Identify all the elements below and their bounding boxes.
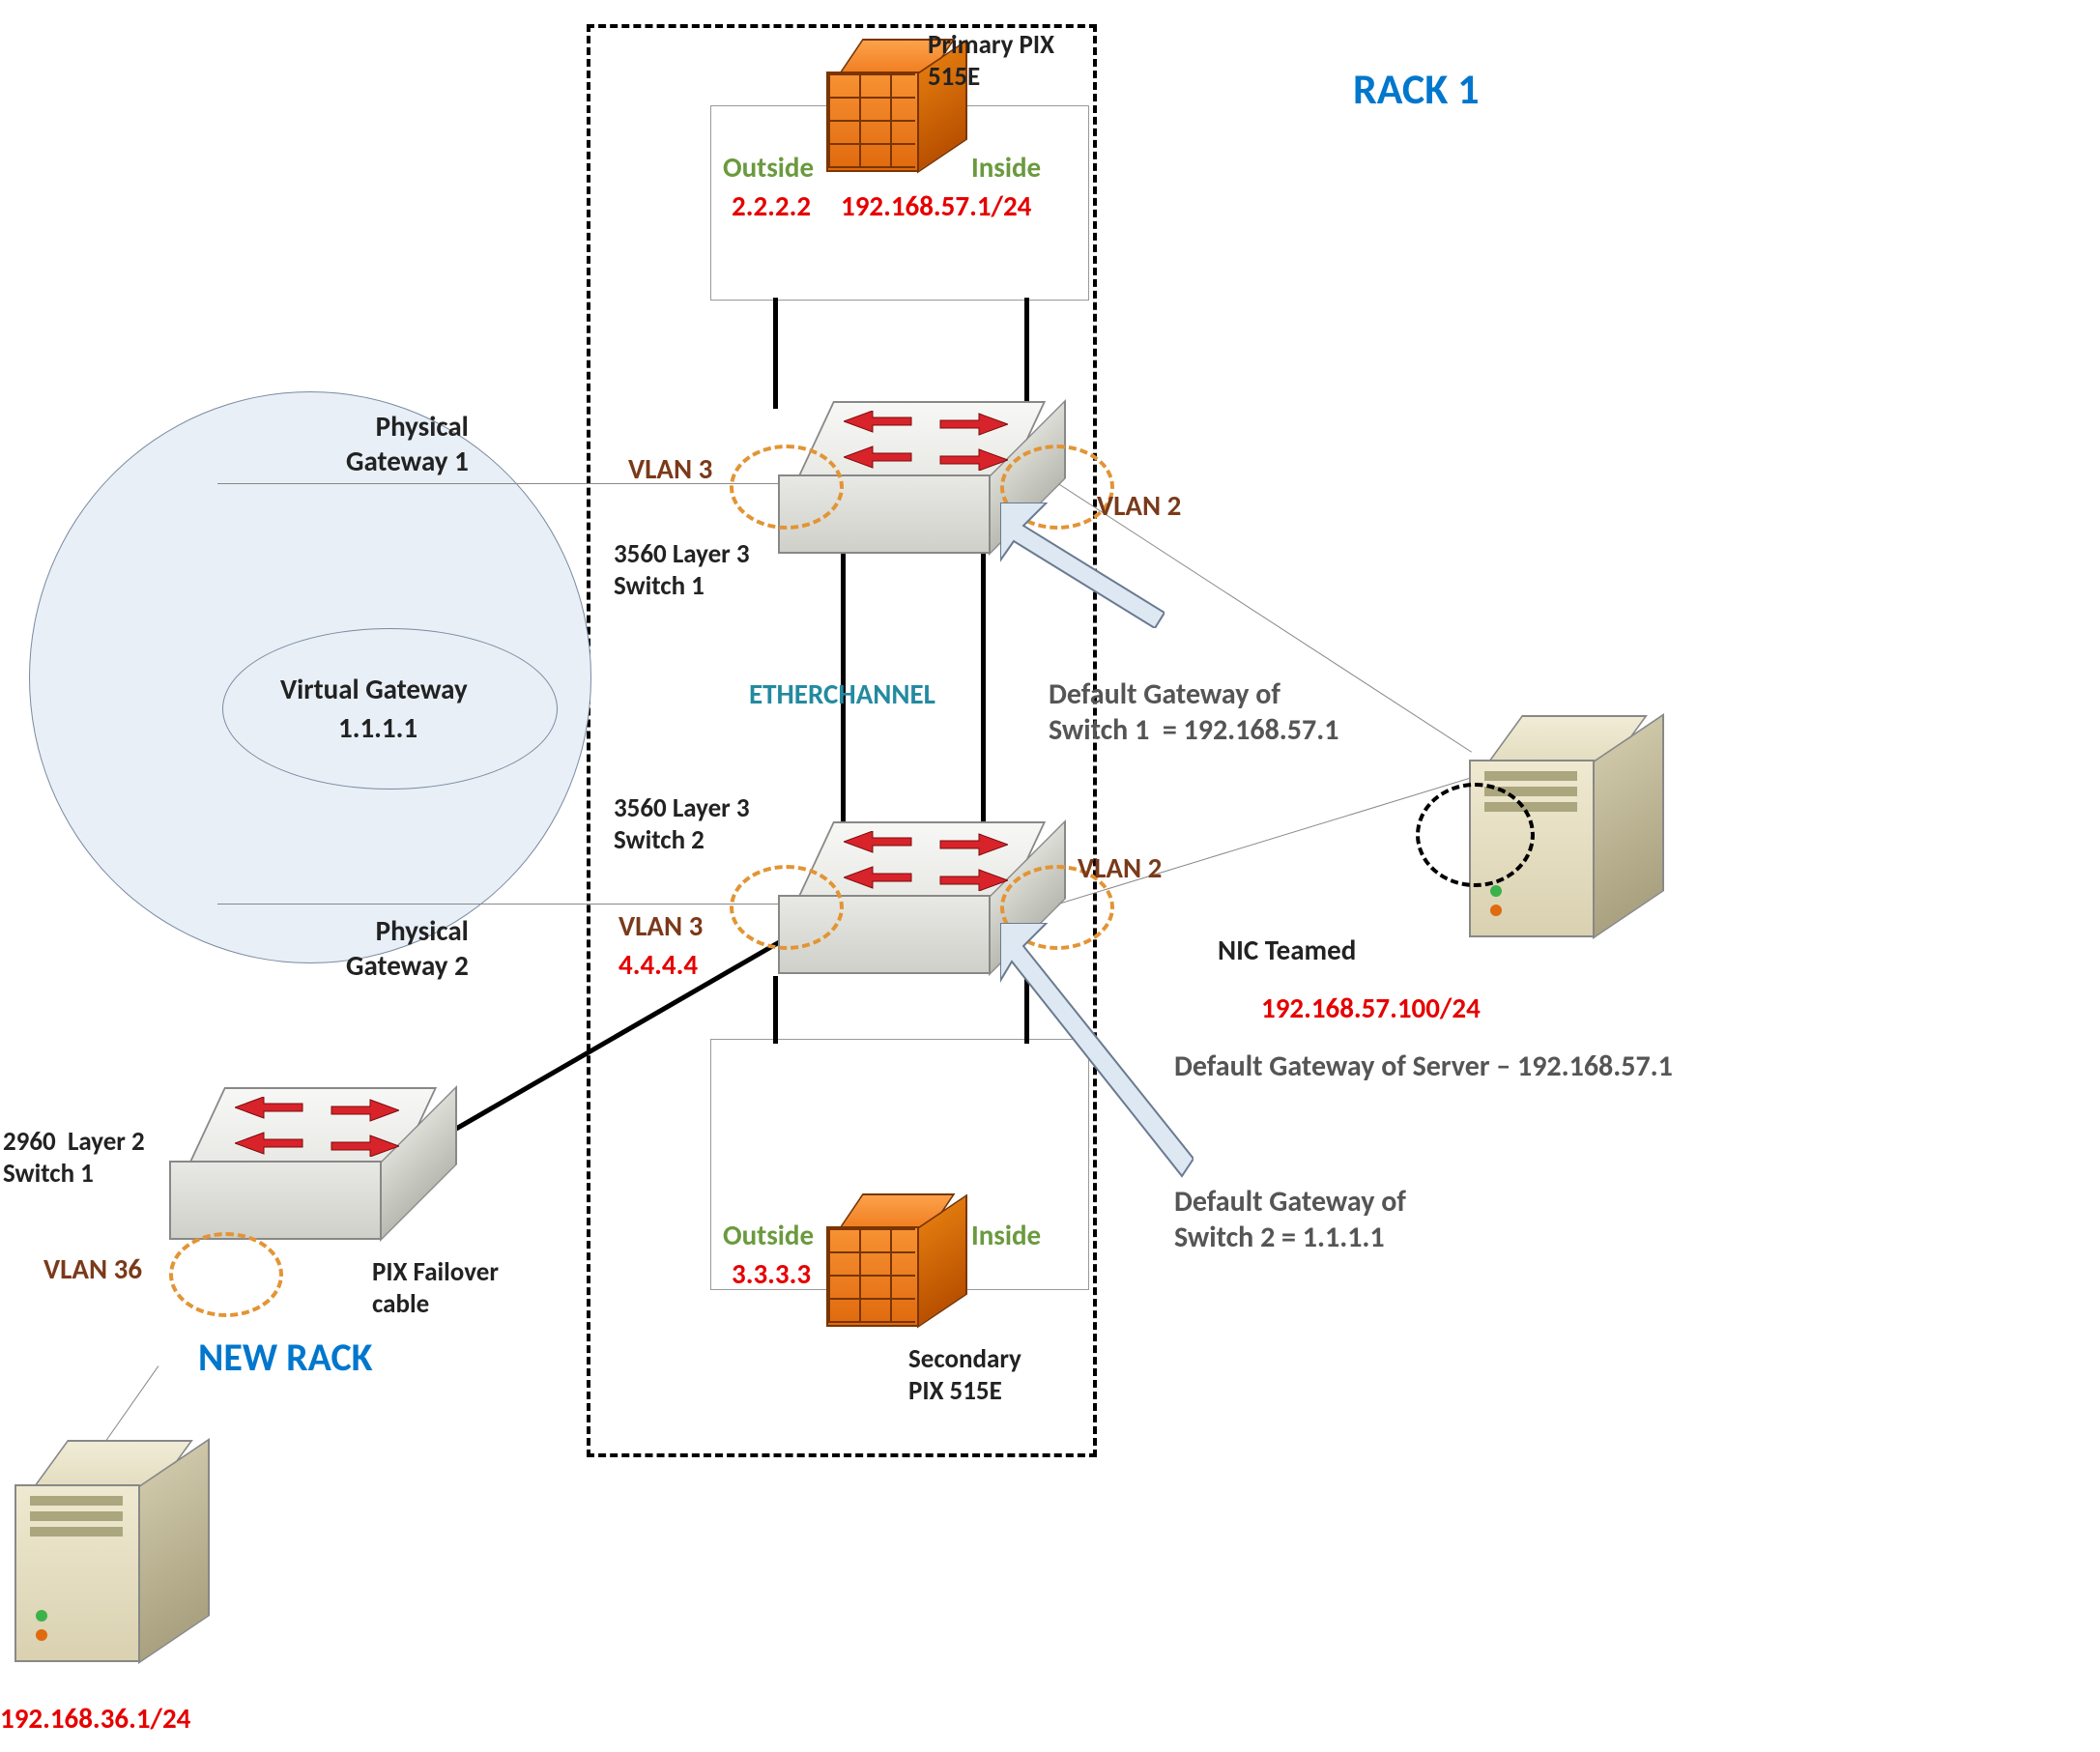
- secondary-pix-firewall-icon: [826, 1193, 942, 1329]
- virtual-gateway-cloud: [222, 628, 558, 790]
- link-gw2-sw2: [217, 904, 807, 905]
- primary-pix-outside-ip: 2.2.2.2: [732, 188, 811, 223]
- arrow-to-switch2: [1000, 923, 1194, 1184]
- sw1-name: 3560 Layer 3 Switch 1: [614, 538, 750, 602]
- secondary-pix-outside-lbl: Outside: [723, 1218, 814, 1252]
- link-sw1-pix1-outside: [773, 298, 778, 409]
- link-sw2-pix2-outside: [773, 976, 778, 1044]
- sw2-vlan3-circle: [730, 865, 844, 950]
- sw2-vlan3: VLAN 3: [618, 908, 703, 943]
- phys-gw1: Physical Gateway 1: [346, 409, 469, 478]
- phys-gw2: Physical Gateway 2: [346, 913, 469, 983]
- sw2-gw-text: Default Gateway of Switch 2 = 1.1.1.1: [1174, 1184, 1406, 1255]
- l2-vlan36: VLAN 36: [43, 1251, 142, 1286]
- link-gw1-sw1: [217, 483, 807, 484]
- sw2-name: 3560 Layer 3 Switch 2: [614, 792, 750, 856]
- pix-failover-cable-lbl: PIX Failover cable: [372, 1256, 499, 1320]
- rack1-title: RACK 1: [1353, 63, 1480, 115]
- link-sw1-pix1-inside: [1024, 298, 1029, 409]
- sw2-vlan3-ip: 4.4.4.4: [618, 947, 698, 982]
- etherchannel-lbl: ETHERCHANNEL: [749, 676, 935, 711]
- server-right-ip: 192.168.57.100/24: [1261, 991, 1481, 1025]
- primary-pix-inside-ip: 192.168.57.1/24: [841, 188, 1031, 223]
- secondary-pix-outside-ip: 3.3.3.3: [732, 1256, 811, 1291]
- primary-pix-name: Primary PIX 515E: [928, 29, 1054, 93]
- server-left-ip: 192.168.36.1/24: [0, 1701, 190, 1736]
- sw2-vlan2: VLAN 2: [1078, 850, 1162, 885]
- virtual-gw-ip: 1.1.1.1: [338, 710, 417, 745]
- primary-pix-inside-lbl: Inside: [971, 150, 1041, 185]
- virtual-gw-name: Virtual Gateway: [280, 672, 468, 706]
- sw1-vlan3: VLAN 3: [628, 451, 712, 486]
- etherchannel-right: [981, 551, 986, 821]
- network-diagram: RACK 1 NEW RACK Primary PIX 515E Outside…: [0, 0, 2100, 1752]
- l2-switch-name: 2960 Layer 2 Switch 1: [3, 1126, 145, 1190]
- server-left-icon: [14, 1440, 179, 1662]
- new-rack-title: NEW RACK: [198, 1334, 373, 1381]
- secondary-pix-inside-lbl: Inside: [971, 1218, 1041, 1252]
- nic-teamed-lbl: NIC Teamed: [1218, 933, 1356, 967]
- sw1-vlan2: VLAN 2: [1097, 488, 1181, 523]
- sw1-vlan3-circle: [730, 445, 844, 530]
- sw1-gw-text: Default Gateway of Switch 1 = 192.168.57…: [1049, 676, 1338, 748]
- primary-pix-outside-lbl: Outside: [723, 150, 814, 185]
- server-right-gw: Default Gateway of Server – 192.168.57.1: [1174, 1048, 1673, 1084]
- secondary-pix-name: Secondary PIX 515E: [908, 1343, 1021, 1407]
- l2-switch-icon: [169, 1087, 420, 1242]
- primary-pix-firewall-icon: [826, 39, 942, 174]
- nic-teamed-circle: [1416, 783, 1535, 887]
- l2-vlan36-circle: [169, 1232, 283, 1317]
